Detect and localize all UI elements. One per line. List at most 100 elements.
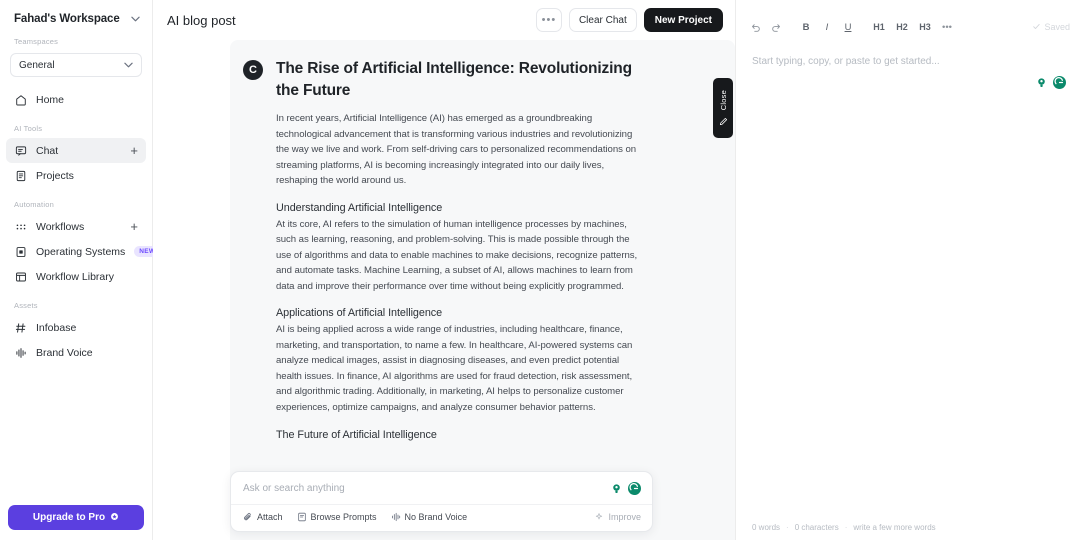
new-workflow-plus-icon[interactable]: + [130, 220, 138, 233]
teamspace-select[interactable]: General [10, 53, 142, 77]
nav-automation: Automation Workflows + Operating Systems… [0, 200, 152, 289]
editor-panel: Close B I U H1 H2 H3 ••• [735, 0, 1080, 540]
pencil-icon [719, 117, 728, 126]
home-icon [14, 93, 27, 106]
sidebar-item-workflow-library[interactable]: Workflow Library [6, 264, 146, 289]
nav-ai-tools: AI Tools Chat + Projects [0, 124, 152, 188]
editor-toolbar: B I U H1 H2 H3 ••• Saved [736, 12, 1080, 42]
saved-label: Saved [1044, 22, 1070, 32]
sidebar-item-label: Workflows [36, 221, 121, 233]
avatar: C [243, 60, 263, 80]
hash-icon [14, 321, 27, 334]
toolbar-more-button[interactable]: ••• [938, 18, 956, 36]
close-editor-tab[interactable]: Close [713, 78, 733, 138]
assets-label: Assets [0, 301, 152, 315]
sidebar-item-workflows[interactable]: Workflows + [6, 214, 146, 239]
chat-message: C The Rise of Artificial Intelligence: R… [230, 40, 735, 444]
new-project-button[interactable]: New Project [644, 8, 723, 32]
topbar: AI blog post ••• Clear Chat New Project [153, 0, 735, 40]
chevron-down-icon [131, 15, 140, 24]
lightbulb-icon[interactable] [610, 482, 623, 495]
redo-icon[interactable] [767, 18, 785, 36]
composer-input-row[interactable]: Ask or search anything [231, 472, 652, 504]
heading-3-button[interactable]: H3 [915, 18, 935, 36]
close-tab-label: Close [719, 90, 728, 110]
paperclip-icon [243, 512, 253, 522]
nav-primary: Home [0, 77, 152, 112]
workflows-icon [14, 220, 27, 233]
article-paragraph-1: At its core, AI refers to the simulation… [276, 217, 644, 295]
article-heading-2: Applications of Artificial Intelligence [276, 307, 644, 319]
editor-assist-icons [1035, 76, 1066, 89]
operating-systems-icon [14, 245, 27, 258]
heading-1-button[interactable]: H1 [869, 18, 889, 36]
composer: Ask or search anything [230, 471, 653, 532]
sidebar-item-label: Operating Systems [36, 246, 125, 258]
upgrade-to-pro-button[interactable]: Upgrade to Pro [8, 505, 144, 530]
workspace-switcher[interactable]: Fahad's Workspace [0, 0, 152, 37]
projects-icon [14, 169, 27, 182]
sidebar: Fahad's Workspace Teamspaces General Hom… [0, 0, 153, 540]
sidebar-item-home[interactable]: Home [6, 87, 146, 112]
editor-status-bar: 0 words · 0 characters · write a few mor… [736, 514, 1080, 540]
sidebar-item-label: Brand Voice [36, 347, 138, 359]
prompts-icon [297, 512, 307, 522]
clear-chat-button[interactable]: Clear Chat [569, 8, 637, 32]
waveform-icon [391, 512, 401, 522]
article-heading-3: The Future of Artificial Intelligence [276, 429, 644, 441]
sidebar-item-projects[interactable]: Projects [6, 163, 146, 188]
attach-button[interactable]: Attach [243, 512, 283, 522]
italic-button[interactable]: I [818, 18, 836, 36]
browse-prompts-button[interactable]: Browse Prompts [297, 512, 377, 522]
waveform-icon [14, 346, 27, 359]
chevron-down-icon [124, 60, 133, 71]
bold-button[interactable]: B [797, 18, 815, 36]
brand-voice-label: No Brand Voice [405, 512, 468, 522]
sidebar-item-brand-voice[interactable]: Brand Voice [6, 340, 146, 365]
more-options-button[interactable]: ••• [536, 8, 562, 32]
improve-button[interactable]: Improve [594, 512, 641, 522]
sidebar-item-operating-systems[interactable]: Operating Systems NEW [6, 239, 146, 264]
status-separator: · [845, 523, 848, 532]
lightbulb-icon[interactable] [1035, 76, 1048, 89]
editor-textarea[interactable]: Start typing, copy, or paste to get star… [736, 42, 1080, 514]
composer-actions: Attach Browse Prompts No Brand Voice [231, 504, 652, 531]
check-icon [1032, 22, 1041, 33]
sidebar-item-infobase[interactable]: Infobase [6, 315, 146, 340]
copilot-icon[interactable] [628, 482, 641, 495]
sidebar-item-label: Chat [36, 145, 121, 157]
sidebar-item-chat[interactable]: Chat + [6, 138, 146, 163]
automation-label: Automation [0, 200, 152, 214]
improve-label: Improve [608, 512, 641, 522]
upgrade-wrap: Upgrade to Pro [0, 505, 152, 530]
word-count: 0 words [752, 523, 780, 532]
teamspace-value: General [19, 60, 55, 71]
sidebar-item-label: Home [36, 94, 138, 106]
editor-placeholder: Start typing, copy, or paste to get star… [752, 56, 1064, 67]
upgrade-label: Upgrade to Pro [33, 512, 105, 523]
browse-prompts-label: Browse Prompts [311, 512, 377, 522]
chat-transcript[interactable]: C The Rise of Artificial Intelligence: R… [230, 40, 735, 540]
undo-icon[interactable] [746, 18, 764, 36]
page-title: AI blog post [167, 13, 536, 28]
gem-icon [110, 512, 119, 523]
brand-voice-button[interactable]: No Brand Voice [391, 512, 468, 522]
attach-label: Attach [257, 512, 283, 522]
workflow-library-icon [14, 270, 27, 283]
center-panel: AI blog post ••• Clear Chat New Project … [153, 0, 735, 540]
app-root: Fahad's Workspace Teamspaces General Hom… [0, 0, 1080, 540]
character-count: 0 characters [795, 523, 839, 532]
copilot-icon[interactable] [1053, 76, 1066, 89]
article-title: The Rise of Artificial Intelligence: Rev… [276, 58, 644, 102]
status-separator: · [786, 523, 789, 532]
article-intro: In recent years, Artificial Intelligence… [276, 111, 644, 189]
heading-2-button[interactable]: H2 [892, 18, 912, 36]
sidebar-item-label: Infobase [36, 322, 138, 334]
sparkle-icon [594, 512, 604, 522]
composer-wrap: Ask or search anything [230, 471, 653, 532]
teamspaces-label: Teamspaces [0, 37, 152, 51]
search-input[interactable]: Ask or search anything [243, 483, 610, 494]
sidebar-item-label: Projects [36, 170, 138, 182]
underline-button[interactable]: U [839, 18, 857, 36]
new-chat-plus-icon[interactable]: + [130, 144, 138, 157]
